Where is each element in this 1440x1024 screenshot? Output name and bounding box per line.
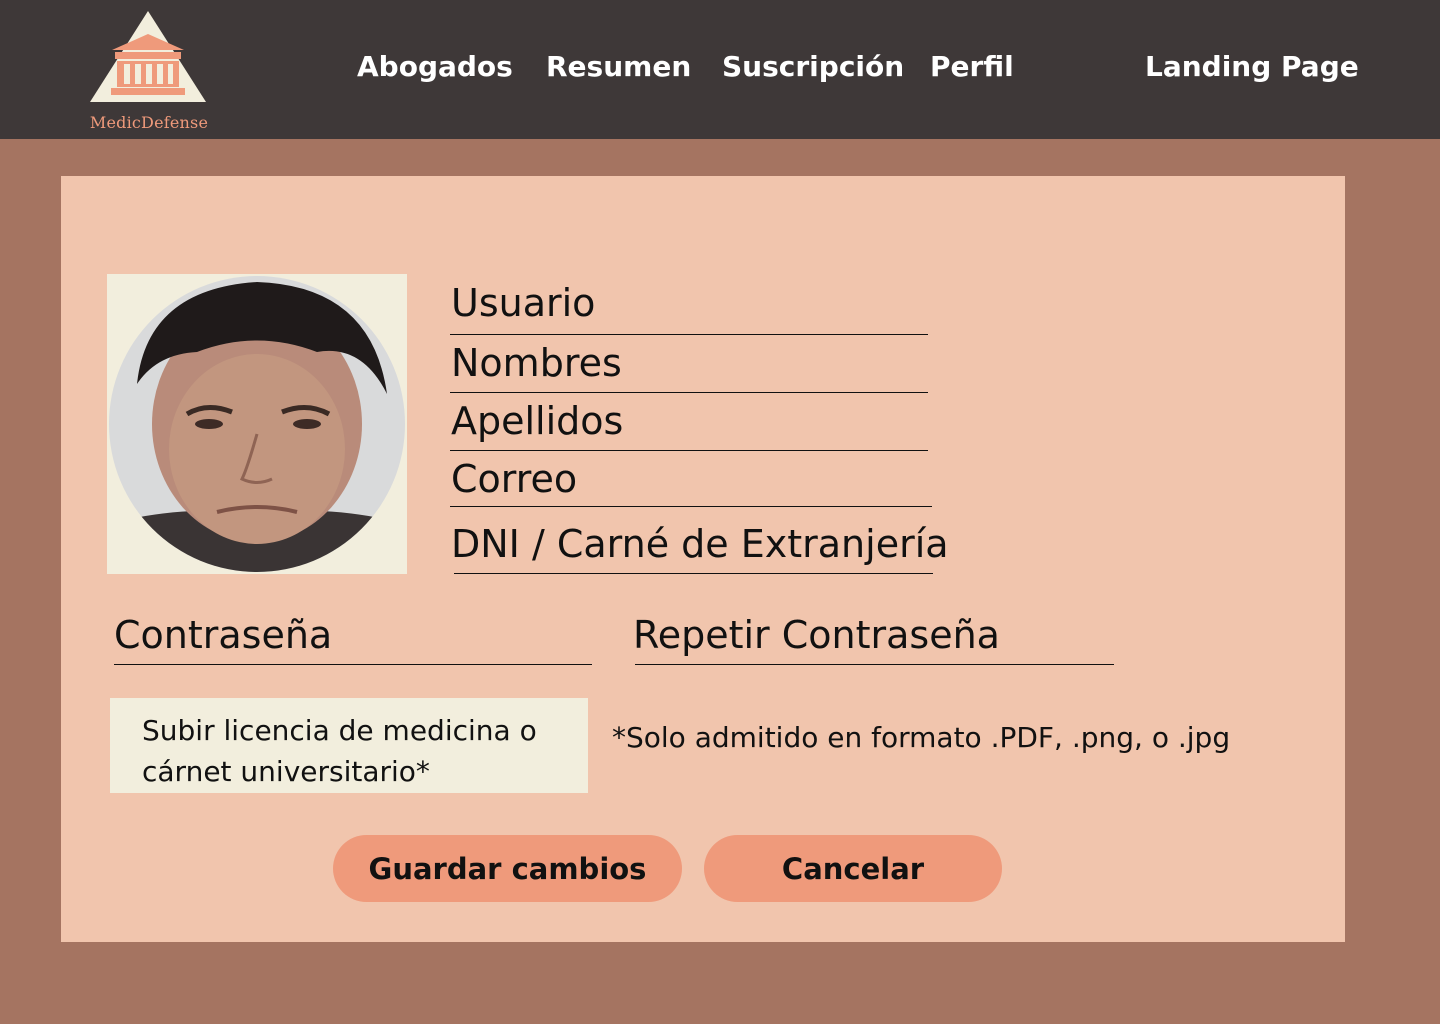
dni-underline [454, 573, 933, 574]
nav-perfil[interactable]: Perfil [930, 50, 1014, 83]
usuario-underline [450, 334, 928, 335]
brand-name: MedicDefense [89, 113, 209, 132]
nav-resumen[interactable]: Resumen [546, 50, 691, 83]
password-underline [114, 664, 592, 665]
upload-label-line2: cárnet universitario* [142, 755, 430, 788]
correo-underline [450, 506, 932, 507]
courthouse-icon [90, 11, 206, 102]
upload-license-button[interactable]: Subir licencia de medicina o cárnet univ… [110, 698, 588, 793]
avatar[interactable] [107, 274, 407, 574]
nombres-field[interactable]: Nombres [451, 344, 622, 382]
nombres-underline [450, 392, 928, 393]
nav-abogados[interactable]: Abogados [357, 50, 513, 83]
correo-field[interactable]: Correo [451, 460, 577, 498]
top-navbar: MedicDefense Abogados Resumen Suscripció… [0, 0, 1440, 139]
usuario-field[interactable]: Usuario [451, 284, 595, 322]
user-avatar-photo [109, 276, 405, 572]
upload-label-line1: Subir licencia de medicina o [142, 714, 537, 747]
password-field[interactable]: Contraseña [114, 616, 332, 654]
dni-field[interactable]: DNI / Carné de Extranjería [451, 525, 949, 563]
save-button[interactable]: Guardar cambios [333, 835, 682, 902]
apellidos-underline [450, 450, 928, 451]
nav-landing-page[interactable]: Landing Page [1145, 50, 1359, 83]
repeat-password-underline [635, 664, 1114, 665]
nav-suscripcion[interactable]: Suscripción [722, 50, 904, 83]
cancel-button[interactable]: Cancelar [704, 835, 1002, 902]
brand-logo[interactable]: MedicDefense [86, 8, 212, 136]
repeat-password-field[interactable]: Repetir Contraseña [633, 616, 1000, 654]
upload-format-note: *Solo admitido en formato .PDF, .png, o … [612, 721, 1231, 754]
profile-card: Usuario Nombres Apellidos Correo DNI / C… [61, 176, 1345, 942]
apellidos-field[interactable]: Apellidos [451, 402, 623, 440]
